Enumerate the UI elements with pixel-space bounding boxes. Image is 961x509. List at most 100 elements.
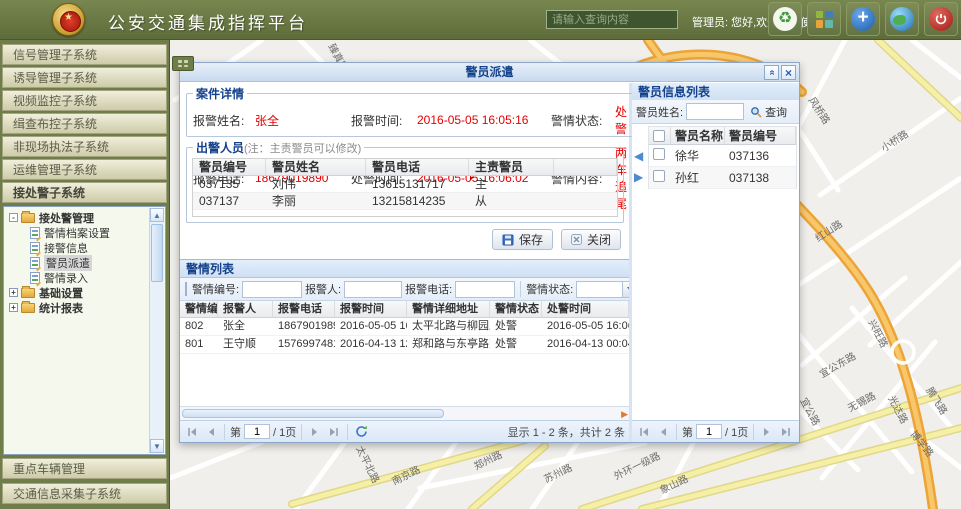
tree-node-alarm-info[interactable]: 接警信息 [6, 240, 163, 255]
last-page-button[interactable] [778, 424, 794, 440]
first-page-button[interactable] [636, 424, 652, 440]
column-header[interactable]: 报警电话 [273, 301, 335, 317]
column-header[interactable]: 警员编号 [725, 127, 796, 144]
sidebar-item-checkpoint[interactable]: 缉查布控子系统 [2, 113, 167, 134]
last-page-button[interactable] [326, 424, 342, 440]
refresh-recycle-button[interactable]: ♻ [768, 2, 802, 36]
column-header[interactable]: 报警人 [218, 301, 273, 317]
page-total-label: / 1页 [273, 424, 296, 440]
incident-no-input[interactable] [242, 281, 302, 298]
dispatch-tree: - 接处警管理 警情档案设置 接警信息 警员派遣 警情录入 + 基础设置 + [3, 206, 166, 455]
horizontal-scrollbar[interactable]: ▶ [180, 406, 629, 420]
close-window-icon[interactable]: × [781, 65, 796, 80]
row-checkbox[interactable] [653, 170, 665, 182]
column-header[interactable]: 警员名称 [671, 127, 725, 144]
logout-button[interactable] [924, 2, 958, 36]
search-icon [750, 106, 762, 118]
collapse-toggle-icon[interactable]: - [9, 213, 18, 222]
caller-name-input[interactable] [344, 281, 402, 298]
column-header-sorted[interactable]: 警情编号 [180, 301, 218, 317]
tree-node-statistics[interactable]: + 统计报表 [6, 300, 163, 315]
document-icon [30, 257, 40, 269]
collapse-window-icon[interactable]: « [764, 65, 779, 80]
scroll-right-icon[interactable]: ▶ [621, 409, 628, 420]
column-header[interactable]: 处警时间 [542, 301, 629, 317]
road-label: 太平北路 [353, 444, 382, 486]
sidebar-item-signal[interactable]: 信号管理子系统 [2, 44, 167, 65]
prev-page-button[interactable] [203, 424, 219, 440]
row-checkbox[interactable] [653, 148, 665, 160]
tree-node-incident-entry[interactable]: 警情录入 [6, 270, 163, 285]
add-button[interactable]: + [846, 2, 880, 36]
select-all-checkbox[interactable] [653, 130, 665, 142]
page-number-input[interactable] [696, 424, 722, 439]
map-mode-button[interactable] [885, 2, 919, 36]
incident-status-select[interactable] [576, 281, 629, 298]
table-row[interactable]: 孙红 037138 [649, 167, 796, 189]
sidebar-item-traffic-info[interactable]: 交通信息采集子系统 [2, 483, 167, 504]
close-button[interactable]: 关闭 [561, 229, 621, 250]
primary-officer-cell[interactable]: 主 [469, 176, 554, 192]
expand-toggle-icon[interactable]: + [9, 303, 18, 312]
map-tool-button[interactable] [172, 56, 194, 71]
tree-node-incident-archive[interactable]: 警情档案设置 [6, 225, 163, 240]
save-button[interactable]: 保存 [492, 229, 553, 250]
officer-search-button[interactable]: 查询 [747, 104, 790, 120]
toolbar-grip [185, 282, 187, 296]
app-header: 公安交通集成指挥平台 管理员: 您好,欢迎登陆使用 ♻ + [0, 0, 961, 40]
global-search-input[interactable] [546, 10, 678, 29]
app-title: 公安交通集成指挥平台 [108, 9, 308, 34]
next-page-button[interactable] [307, 424, 323, 440]
tree-scrollbar[interactable]: ▲ ▼ [149, 208, 164, 453]
recycle-icon: ♻ [773, 7, 797, 31]
column-header[interactable]: 报警时间 [335, 301, 407, 317]
transfer-left-icon[interactable]: ◀ [634, 149, 643, 163]
sidebar-item-key-vehicles[interactable]: 重点车辆管理 [2, 458, 167, 479]
officer-list-pane: 警员信息列表 警员姓名: 查询 ◀ ▶ 警员名称 警员编号 [632, 83, 799, 442]
sidebar: 信号管理子系统 诱导管理子系统 视频监控子系统 缉查布控子系统 非现场执法子系统… [0, 40, 170, 509]
table-row[interactable]: 037137 李丽 13215814235 从 [193, 193, 617, 210]
table-row[interactable]: 037135 刘伟 13615131717 主 [193, 176, 617, 193]
column-header: 主责警员 [469, 159, 554, 175]
table-row[interactable]: 徐华 037136 [649, 145, 796, 167]
refresh-icon[interactable] [353, 424, 369, 440]
officer-name-input[interactable] [686, 103, 744, 120]
officer-table-header: 警员名称 警员编号 [649, 127, 796, 145]
scroll-down-icon[interactable]: ▼ [150, 439, 164, 453]
first-page-button[interactable] [184, 424, 200, 440]
sidebar-item-guidance[interactable]: 诱导管理子系统 [2, 67, 167, 88]
road-label: 小桥路 [879, 127, 911, 154]
filter-label: 警员姓名: [636, 104, 683, 120]
transfer-right-icon[interactable]: ▶ [634, 170, 643, 184]
sidebar-item-enforcement[interactable]: 非现场执法子系统 [2, 136, 167, 157]
page-number-input[interactable] [244, 424, 270, 439]
caller-phone-input[interactable] [455, 281, 515, 298]
expand-toggle-icon[interactable]: + [9, 288, 18, 297]
window-titlebar[interactable]: 警员派遣 « × [180, 63, 799, 82]
prev-page-button[interactable] [655, 424, 671, 440]
police-badge-logo [52, 3, 85, 36]
next-page-button[interactable] [759, 424, 775, 440]
tree-node-basic-settings[interactable]: + 基础设置 [6, 285, 163, 300]
scroll-thumb[interactable] [151, 224, 163, 282]
sidebar-item-ops[interactable]: 运维管理子系统 [2, 159, 167, 180]
scroll-up-icon[interactable]: ▲ [150, 208, 164, 222]
incident-grid-body: 802 张全 18679019890 2016-05-05 16:... 太平北… [180, 318, 629, 406]
chevron-down-icon[interactable] [622, 281, 629, 298]
modules-grid-button[interactable] [807, 2, 841, 36]
sidebar-item-video[interactable]: 视频监控子系统 [2, 90, 167, 111]
tree-node-dispatch-mgmt[interactable]: - 接处警管理 [6, 210, 163, 225]
tree-node-officer-dispatch[interactable]: 警员派遣 [6, 255, 163, 270]
column-header: 警员电话 [366, 159, 469, 175]
sidebar-item-dispatch-system[interactable]: 接处警子系统 [2, 182, 167, 203]
road-label: 南京路 [390, 463, 423, 488]
column-header: 警员编号 [193, 159, 266, 175]
table-row[interactable]: 801 王守顺 15769974813 2016-04-13 12:... 郑和… [180, 336, 629, 354]
officer-table: 警员名称 警员编号 徐华 037136 孙红 037138 [648, 126, 797, 189]
column-header[interactable]: 警情状态 [490, 301, 542, 317]
column-header[interactable]: 警情详细地址 [407, 301, 490, 317]
primary-officer-cell[interactable]: 从 [469, 193, 554, 209]
table-row[interactable]: 802 张全 18679019890 2016-05-05 16:... 太平北… [180, 318, 629, 336]
scroll-thumb[interactable] [182, 409, 444, 418]
header-buttons: ♻ + [768, 2, 958, 36]
